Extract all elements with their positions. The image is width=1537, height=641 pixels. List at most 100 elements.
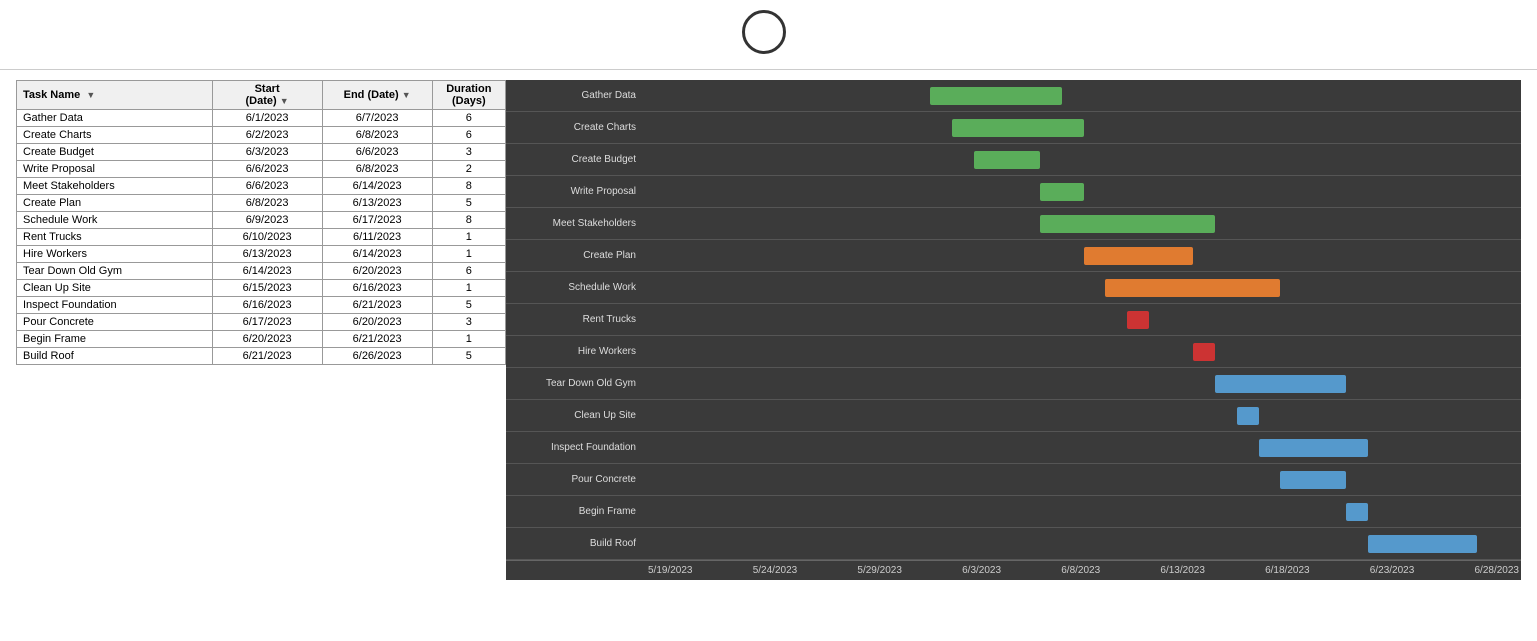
gantt-bar (1127, 311, 1149, 329)
task-end: 6/8/2023 (322, 127, 432, 144)
gantt-bar (1259, 439, 1368, 457)
task-name: Tear Down Old Gym (17, 263, 213, 280)
gantt-row-label: Pour Concrete (506, 474, 646, 485)
gantt-row: Rent Trucks (506, 304, 1521, 336)
task-start: 6/1/2023 (212, 110, 322, 127)
gantt-date-label: 6/28/2023 (1473, 565, 1522, 576)
task-duration: 5 (432, 195, 505, 212)
gantt-footer-spacer (506, 561, 646, 580)
header (0, 0, 1537, 16)
gantt-bar-area (646, 496, 1521, 527)
gantt-bar-area (646, 112, 1521, 143)
task-duration: 1 (432, 331, 505, 348)
gantt-container: Gather Data Create Charts Create Budget … (506, 80, 1521, 580)
gantt-bar-area (646, 528, 1521, 559)
table-row: Inspect Foundation 6/16/2023 6/21/2023 5 (17, 297, 506, 314)
gantt-row-label: Rent Trucks (506, 314, 646, 325)
table-row: Build Roof 6/21/2023 6/26/2023 5 (17, 348, 506, 365)
gantt-date-label: 5/29/2023 (855, 565, 904, 576)
gantt-row: Inspect Foundation (506, 432, 1521, 464)
task-table: Task Name ▼ Start(Date) ▼ End (Date) ▼ D… (16, 80, 506, 365)
table-row: Tear Down Old Gym 6/14/2023 6/20/2023 6 (17, 263, 506, 280)
gantt-bar-area (646, 368, 1521, 399)
gantt-date-label: 6/13/2023 (1158, 565, 1207, 576)
task-name: Create Charts (17, 127, 213, 144)
gantt-bar (1368, 535, 1477, 553)
gantt-bar-area (646, 464, 1521, 495)
task-start: 6/13/2023 (212, 246, 322, 263)
gantt-row-label: Clean Up Site (506, 410, 646, 421)
gantt-bar (1040, 183, 1084, 201)
task-duration: 6 (432, 110, 505, 127)
task-name: Clean Up Site (17, 280, 213, 297)
gantt-bar-area (646, 176, 1521, 207)
table-row: Pour Concrete 6/17/2023 6/20/2023 3 (17, 314, 506, 331)
task-duration: 3 (432, 314, 505, 331)
table-row: Write Proposal 6/6/2023 6/8/2023 2 (17, 161, 506, 178)
gantt-bar-area (646, 144, 1521, 175)
table-row: Create Plan 6/8/2023 6/13/2023 5 (17, 195, 506, 212)
gantt-row-label: Schedule Work (506, 282, 646, 293)
table-row: Hire Workers 6/13/2023 6/14/2023 1 (17, 246, 506, 263)
task-start: 6/20/2023 (212, 331, 322, 348)
gantt-bar (1193, 343, 1215, 361)
task-start: 6/3/2023 (212, 144, 322, 161)
task-duration: 8 (432, 212, 505, 229)
gantt-row-label: Inspect Foundation (506, 442, 646, 453)
gantt-footer: 5/19/20235/24/20235/29/20236/3/20236/8/2… (506, 560, 1521, 580)
gantt-bar (930, 87, 1061, 105)
gantt-bar-area (646, 80, 1521, 111)
gantt-bar-area (646, 304, 1521, 335)
gantt-row: Gather Data (506, 80, 1521, 112)
gantt-bar-area (646, 400, 1521, 431)
task-duration: 2 (432, 161, 505, 178)
gantt-row: Hire Workers (506, 336, 1521, 368)
task-start: 6/10/2023 (212, 229, 322, 246)
filter-icon-end[interactable]: ▼ (402, 90, 411, 100)
task-start: 6/17/2023 (212, 314, 322, 331)
gantt-rows: Gather Data Create Charts Create Budget … (506, 80, 1521, 560)
task-start: 6/6/2023 (212, 161, 322, 178)
task-start: 6/6/2023 (212, 178, 322, 195)
gantt-row: Write Proposal (506, 176, 1521, 208)
task-end: 6/14/2023 (322, 178, 432, 195)
gantt-row-label: Create Charts (506, 122, 646, 133)
task-name: Create Plan (17, 195, 213, 212)
task-name: Pour Concrete (17, 314, 213, 331)
task-start: 6/16/2023 (212, 297, 322, 314)
task-end: 6/7/2023 (322, 110, 432, 127)
filter-icon[interactable]: ▼ (86, 90, 95, 100)
gantt-row-label: Create Budget (506, 154, 646, 165)
task-end: 6/21/2023 (322, 297, 432, 314)
gantt-bar (1237, 407, 1259, 425)
gantt-bar-area (646, 272, 1521, 303)
filter-icon-start[interactable]: ▼ (280, 96, 289, 106)
task-name: Write Proposal (17, 161, 213, 178)
task-duration: 1 (432, 229, 505, 246)
col-header-end: End (Date) ▼ (322, 81, 432, 110)
gantt-bar (1084, 247, 1193, 265)
task-start: 6/21/2023 (212, 348, 322, 365)
task-duration: 5 (432, 297, 505, 314)
gantt-row: Meet Stakeholders (506, 208, 1521, 240)
gantt-row: Create Budget (506, 144, 1521, 176)
gantt-date-label: 6/8/2023 (1059, 565, 1102, 576)
task-name: Gather Data (17, 110, 213, 127)
task-start: 6/8/2023 (212, 195, 322, 212)
task-duration: 1 (432, 246, 505, 263)
gantt-bar (1105, 279, 1280, 297)
gantt-date-label: 5/19/2023 (646, 565, 695, 576)
table-row: Gather Data 6/1/2023 6/7/2023 6 (17, 110, 506, 127)
logo-area (0, 10, 1537, 54)
task-end: 6/21/2023 (322, 331, 432, 348)
gantt-date-label: 6/3/2023 (960, 565, 1003, 576)
gantt-bar (974, 151, 1040, 169)
task-duration: 3 (432, 144, 505, 161)
task-start: 6/15/2023 (212, 280, 322, 297)
task-name: Hire Workers (17, 246, 213, 263)
gantt-row-label: Build Roof (506, 538, 646, 549)
gantt-bar-area (646, 240, 1521, 271)
gantt-row-label: Write Proposal (506, 186, 646, 197)
gantt-date-label: 6/18/2023 (1263, 565, 1312, 576)
col-header-duration: Duration(Days) (432, 81, 505, 110)
